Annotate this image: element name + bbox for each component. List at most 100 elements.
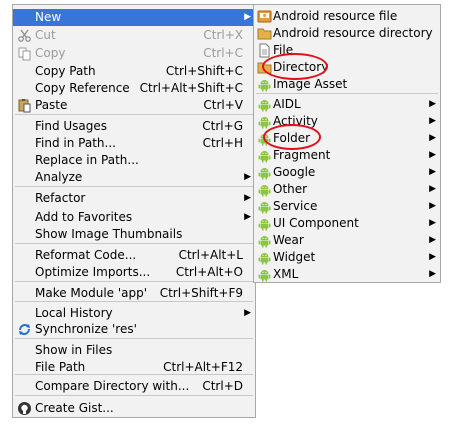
- sub_menu-item-label: XML: [273, 267, 299, 281]
- main_menu-item-refactor[interactable]: Refactor ▶: [13, 190, 255, 207]
- main_menu-item-optimize-imports[interactable]: Optimize Imports... Ctrl+Alt+O: [13, 264, 255, 281]
- sub_menu-item-ui-component[interactable]: UI Component ▶: [254, 215, 440, 232]
- main_menu-item-label: Optimize Imports...: [35, 265, 151, 279]
- shortcut-text: Ctrl+Alt+O: [175, 265, 243, 279]
- sub_menu-item-label: Widget: [273, 250, 316, 264]
- sub_menu-item-android-resource-file[interactable]: Android resource file: [254, 8, 440, 25]
- main_menu-item-label: Synchronize 'res': [35, 322, 137, 336]
- android-icon: [257, 216, 272, 231]
- submenu-arrow-icon: ▶: [429, 269, 436, 279]
- shortcut-text: Ctrl+H: [202, 136, 243, 150]
- sub_menu-item-xml[interactable]: XML ▶: [254, 266, 440, 283]
- sub_menu-item-widget[interactable]: Widget ▶: [254, 249, 440, 266]
- main_menu-item-show-image-thumbnails[interactable]: Show Image Thumbnails: [13, 226, 255, 243]
- android-icon: [257, 250, 272, 265]
- main_menu-item-replace-in-path[interactable]: Replace in Path...: [13, 152, 255, 169]
- sub_menu-item-label: AIDL: [273, 97, 301, 111]
- main_menu-item-label: Show in Files: [35, 343, 113, 357]
- main_menu-item-new[interactable]: New ▶: [13, 9, 255, 26]
- annotation-circle-folder: [263, 124, 321, 150]
- sub_menu-item-label: Google: [273, 165, 316, 179]
- android-icon: [257, 97, 272, 112]
- sub_menu-item-label: Wear: [273, 233, 304, 247]
- main_menu-item-analyze[interactable]: Analyze ▶: [13, 169, 255, 186]
- sub_menu-item-label: Android resource file: [273, 9, 398, 23]
- submenu-arrow-icon: ▶: [244, 308, 251, 318]
- shortcut-text: Ctrl+Alt+L: [178, 248, 243, 262]
- submenu-arrow-icon: ▶: [244, 212, 251, 222]
- submenu-arrow-icon: ▶: [429, 133, 436, 143]
- sub_menu-item-google[interactable]: Google ▶: [254, 164, 440, 181]
- main_menu-item-compare-directory-with[interactable]: Compare Directory with... Ctrl+D: [13, 378, 255, 395]
- submenu-arrow-icon: ▶: [429, 235, 436, 245]
- main_menu-item-synchronize-res[interactable]: Synchronize 'res': [13, 321, 255, 338]
- android-icon: [257, 77, 272, 92]
- shortcut-text: Ctrl+D: [202, 379, 243, 393]
- main_menu-item-copy-path[interactable]: Copy Path Ctrl+Shift+C: [13, 63, 255, 80]
- main_menu-item-label: Copy Reference: [35, 81, 130, 95]
- github-icon: [17, 401, 32, 416]
- main_menu-item-local-history[interactable]: Local History ▶: [13, 305, 255, 322]
- menu-separator: [15, 374, 253, 375]
- android-icon: [257, 148, 272, 163]
- menu-separator: [15, 186, 253, 187]
- submenu-arrow-icon: ▶: [429, 218, 436, 228]
- submenu-arrow-icon: ▶: [429, 184, 436, 194]
- shortcut-text: Ctrl+Alt+Shift+C: [139, 81, 243, 95]
- menu-separator: [15, 243, 253, 244]
- main_menu-item-label: Replace in Path...: [35, 153, 139, 167]
- android-icon: [257, 233, 272, 248]
- main_menu-item-reformat-code[interactable]: Reformat Code... Ctrl+Alt+L: [13, 247, 255, 264]
- sub_menu-item-label: Other: [273, 182, 308, 196]
- main_menu-item-label: Add to Favorites: [35, 210, 133, 224]
- main_menu-item-label: Refactor: [35, 191, 86, 205]
- main_menu-item-make-module-app[interactable]: Make Module 'app' Ctrl+Shift+F9: [13, 285, 255, 302]
- sub_menu-item-label: UI Component: [273, 216, 359, 230]
- shortcut-text: Ctrl+C: [203, 46, 243, 60]
- main_menu-item-copy[interactable]: Copy Ctrl+C: [13, 45, 255, 62]
- main_menu-item-show-in-files[interactable]: Show in Files: [13, 342, 255, 359]
- main_menu-item-label: Copy Path: [35, 64, 96, 78]
- shortcut-text: Ctrl+X: [203, 28, 243, 42]
- submenu-arrow-icon: ▶: [429, 201, 436, 211]
- shortcut-text: Ctrl+Shift+F9: [159, 286, 243, 300]
- submenu-arrow-icon: ▶: [244, 12, 251, 22]
- sub_menu-item-label: Fragment: [273, 148, 331, 162]
- menu-separator: [15, 395, 253, 396]
- submenu-arrow-icon: ▶: [429, 99, 436, 109]
- main_menu-item-label: Show Image Thumbnails: [35, 227, 183, 241]
- main_menu-item-paste[interactable]: Paste Ctrl+V: [13, 97, 255, 114]
- shortcut-text: Ctrl+Alt+F12: [163, 360, 243, 374]
- sub_menu-item-fragment[interactable]: Fragment ▶: [254, 147, 440, 164]
- file-icon: [257, 43, 272, 58]
- main_menu-item-label: Find in Path...: [35, 136, 116, 150]
- main_menu-item-label: Analyze: [35, 170, 83, 184]
- main_menu-item-find-in-path[interactable]: Find in Path... Ctrl+H: [13, 135, 255, 152]
- main_menu-item-label: Find Usages: [35, 119, 108, 133]
- main_menu-item-label: Paste: [35, 98, 68, 112]
- menu-separator: [15, 114, 253, 115]
- sub_menu-item-label: Android resource directory: [273, 26, 433, 40]
- main_menu-item-label: Reformat Code...: [35, 248, 137, 262]
- main_menu-item-label: Cut: [35, 28, 56, 42]
- main_menu-item-label: Copy: [35, 46, 66, 60]
- sub_menu-item-android-resource-directory[interactable]: Android resource directory: [254, 25, 440, 42]
- shortcut-text: Ctrl+V: [203, 98, 243, 112]
- android-icon: [257, 199, 272, 214]
- shortcut-text: Ctrl+Shift+C: [165, 64, 243, 78]
- submenu-arrow-icon: ▶: [429, 150, 436, 160]
- main_menu-item-label: File Path: [35, 360, 86, 374]
- main_menu-item-add-to-favorites[interactable]: Add to Favorites ▶: [13, 209, 255, 226]
- android-resource-file-icon: [257, 9, 272, 24]
- context-menu: New ▶ Cut Ctrl+X Copy Ctrl+C Copy Path Ctrl+Shi…: [12, 4, 256, 418]
- sub_menu-item-wear[interactable]: Wear ▶: [254, 232, 440, 249]
- sub_menu-item-other[interactable]: Other ▶: [254, 181, 440, 198]
- main_menu-item-copy-reference[interactable]: Copy Reference Ctrl+Alt+Shift+C: [13, 80, 255, 97]
- sub_menu-item-aidl[interactable]: AIDL ▶: [254, 96, 440, 113]
- copy-icon: [17, 46, 32, 61]
- main_menu-item-cut[interactable]: Cut Ctrl+X: [13, 27, 255, 44]
- android-icon: [257, 165, 272, 180]
- main_menu-item-create-gist[interactable]: Create Gist...: [13, 400, 255, 417]
- main_menu-item-find-usages[interactable]: Find Usages Ctrl+G: [13, 118, 255, 135]
- sub_menu-item-service[interactable]: Service ▶: [254, 198, 440, 215]
